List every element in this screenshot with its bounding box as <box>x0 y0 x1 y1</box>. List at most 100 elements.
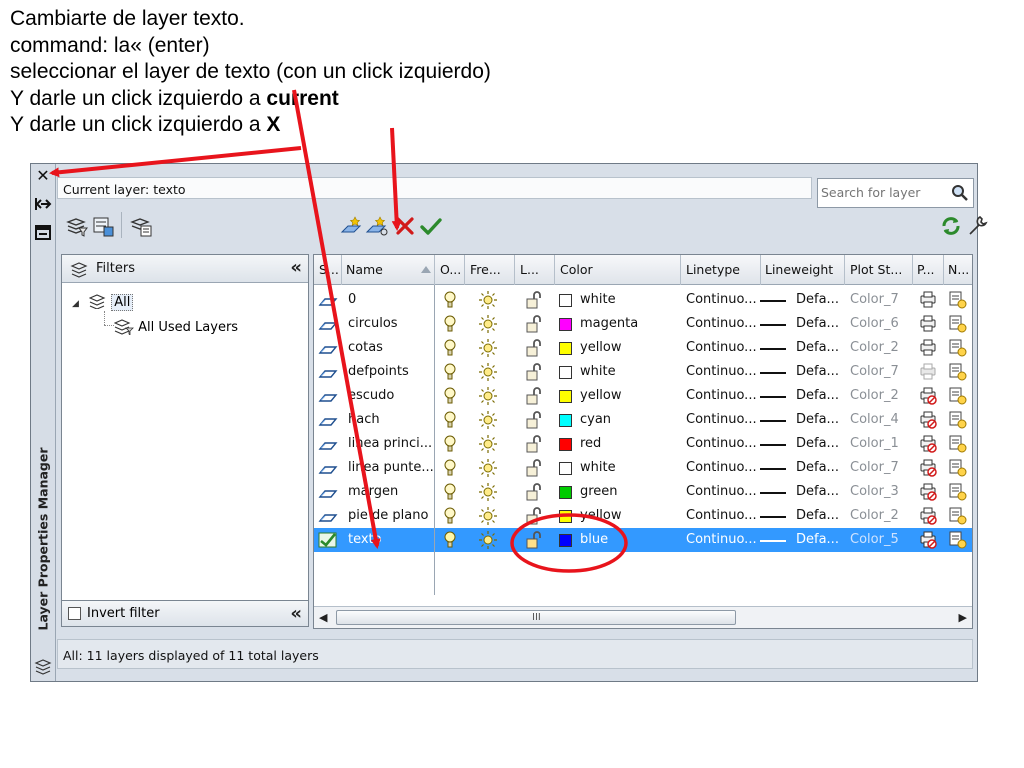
color-swatch[interactable] <box>559 486 572 499</box>
sun-thaw-icon[interactable] <box>478 530 498 550</box>
color-swatch[interactable] <box>559 414 572 427</box>
sun-thaw-icon[interactable] <box>478 338 498 358</box>
column-on[interactable]: O... <box>440 262 464 277</box>
layer-status-icon[interactable] <box>318 458 338 478</box>
bulb-on-icon[interactable] <box>440 458 460 478</box>
layer-row[interactable]: linea princi... red Continuo... Defa... Colo… <box>314 432 972 456</box>
column-lock[interactable]: L... <box>520 262 554 277</box>
search-box[interactable] <box>817 178 974 208</box>
scroll-left-arrow-icon[interactable]: ◀ <box>319 611 327 624</box>
bulb-on-icon[interactable] <box>440 290 460 310</box>
set-current-icon[interactable] <box>419 214 443 238</box>
no-plot-icon[interactable] <box>918 386 938 406</box>
column-color[interactable]: Color <box>560 262 593 277</box>
search-input[interactable] <box>818 179 948 205</box>
column-lineweight[interactable]: Lineweight <box>765 262 833 277</box>
no-plot-icon[interactable] <box>918 458 938 478</box>
bulb-on-icon[interactable] <box>440 338 460 358</box>
printer-icon[interactable] <box>918 290 938 310</box>
column-new-vp-freeze[interactable]: N... <box>948 262 974 277</box>
color-swatch[interactable] <box>559 438 572 451</box>
new-vp-freeze-icon[interactable] <box>948 410 968 430</box>
bulb-on-icon[interactable] <box>440 314 460 334</box>
layer-status-icon[interactable] <box>318 506 338 526</box>
new-vp-freeze-icon[interactable] <box>948 506 968 526</box>
scrollbar-thumb[interactable]: III <box>336 610 736 625</box>
layer-row[interactable]: texto blue Continuo... Defa... Color_5 <box>314 528 972 552</box>
unlock-icon[interactable] <box>524 338 544 358</box>
layer-status-icon[interactable] <box>318 338 338 358</box>
layer-status-icon[interactable] <box>318 386 338 406</box>
sun-thaw-icon[interactable] <box>478 410 498 430</box>
sun-thaw-icon[interactable] <box>478 386 498 406</box>
column-status[interactable]: S... <box>319 262 341 277</box>
sun-thaw-icon[interactable] <box>478 314 498 334</box>
sun-thaw-icon[interactable] <box>478 362 498 382</box>
sun-thaw-icon[interactable] <box>478 290 498 310</box>
layer-row[interactable]: pie de plano yellow Continuo... Defa... Colo… <box>314 504 972 528</box>
layer-status-icon[interactable] <box>318 410 338 430</box>
color-swatch[interactable] <box>559 390 572 403</box>
no-plot-icon[interactable] <box>918 410 938 430</box>
bulb-on-icon[interactable] <box>440 506 460 526</box>
new-vp-freeze-icon[interactable] <box>948 362 968 382</box>
color-swatch[interactable] <box>559 462 572 475</box>
color-swatch[interactable] <box>559 534 572 547</box>
unlock-icon[interactable] <box>524 458 544 478</box>
bulb-on-icon[interactable] <box>440 410 460 430</box>
no-plot-icon[interactable] <box>918 482 938 502</box>
no-plot-icon[interactable] <box>918 434 938 454</box>
tree-node-all[interactable]: ◢ All <box>72 293 134 311</box>
new-vp-freeze-icon[interactable] <box>948 386 968 406</box>
expand-triangle-icon[interactable]: ◢ <box>72 299 79 309</box>
layer-row[interactable]: circulos magenta Continuo... Defa... Color_6 <box>314 312 972 336</box>
layer-status-icon[interactable] <box>318 482 338 502</box>
color-swatch[interactable] <box>559 294 572 307</box>
bulb-on-icon[interactable] <box>440 482 460 502</box>
unlock-icon[interactable] <box>524 290 544 310</box>
unlock-icon[interactable] <box>524 482 544 502</box>
column-name[interactable]: Name <box>346 262 383 277</box>
collapse-panel-button[interactable]: « <box>290 603 302 624</box>
layer-status-icon[interactable] <box>318 314 338 334</box>
new-vp-freeze-icon[interactable] <box>948 434 968 454</box>
sun-thaw-icon[interactable] <box>478 458 498 478</box>
layer-row[interactable]: cotas yellow Continuo... Defa... Color_2 <box>314 336 972 360</box>
new-vp-freeze-icon[interactable] <box>948 482 968 502</box>
new-group-filter-icon[interactable] <box>91 214 115 238</box>
bulb-on-icon[interactable] <box>440 530 460 550</box>
layer-status-icon[interactable] <box>318 362 338 382</box>
bulb-on-icon[interactable] <box>440 434 460 454</box>
printer-icon[interactable] <box>918 362 938 382</box>
unlock-icon[interactable] <box>524 530 544 550</box>
column-plot[interactable]: P... <box>917 262 943 277</box>
layer-row[interactable]: escudo yellow Continuo... Defa... Color_2 <box>314 384 972 408</box>
unlock-icon[interactable] <box>524 314 544 334</box>
search-icon[interactable] <box>951 184 969 202</box>
layer-row[interactable]: linea punte... white Continuo... Defa... Col… <box>314 456 972 480</box>
layer-row[interactable]: margen green Continuo... Defa... Color_3 <box>314 480 972 504</box>
new-vp-freeze-icon[interactable] <box>948 290 968 310</box>
unlock-icon[interactable] <box>524 434 544 454</box>
refresh-icon[interactable] <box>939 214 963 238</box>
column-linetype[interactable]: Linetype <box>686 262 740 277</box>
tree-node-all-used[interactable]: All Used Layers <box>113 317 238 336</box>
color-swatch[interactable] <box>559 318 572 331</box>
no-plot-icon[interactable] <box>918 530 938 550</box>
properties-menu-icon[interactable] <box>33 222 53 242</box>
printer-icon[interactable] <box>918 338 938 358</box>
bulb-on-icon[interactable] <box>440 362 460 382</box>
bulb-on-icon[interactable] <box>440 386 460 406</box>
new-vp-freeze-icon[interactable] <box>948 338 968 358</box>
delete-layer-icon[interactable] <box>393 214 417 238</box>
printer-icon[interactable] <box>918 314 938 334</box>
sun-thaw-icon[interactable] <box>478 434 498 454</box>
color-swatch[interactable] <box>559 510 572 523</box>
color-swatch[interactable] <box>559 342 572 355</box>
scroll-right-arrow-icon[interactable]: ▶ <box>959 611 967 624</box>
new-vp-freeze-icon[interactable] <box>948 458 968 478</box>
auto-hide-icon[interactable] <box>33 194 53 214</box>
column-freeze[interactable]: Fre... <box>470 262 510 277</box>
layer-row[interactable]: hach cyan Continuo... Defa... Color_4 <box>314 408 972 432</box>
close-icon[interactable]: ✕ <box>33 166 53 186</box>
